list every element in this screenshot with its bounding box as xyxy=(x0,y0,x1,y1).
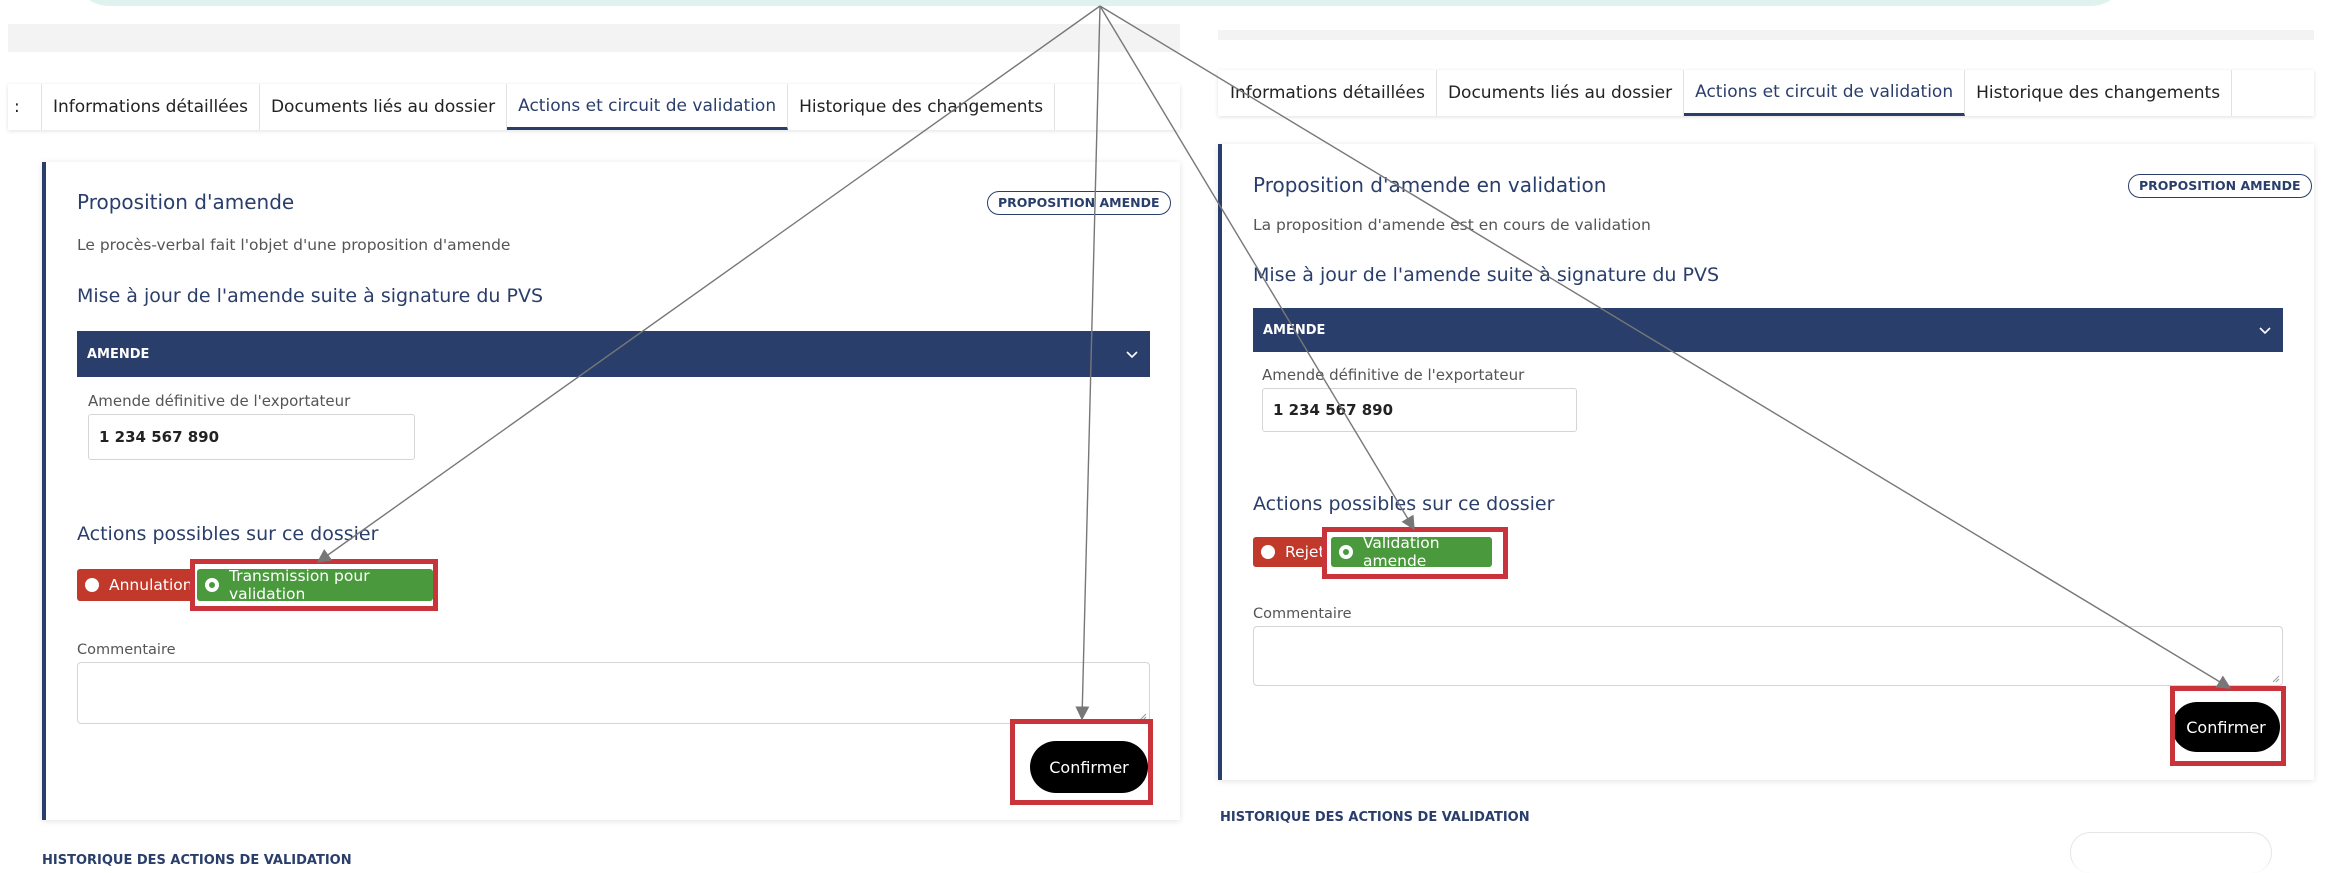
chevron-down-icon xyxy=(2259,327,2271,335)
left-status-badge: PROPOSITION AMENDE xyxy=(987,191,1171,215)
tab-informations[interactable]: Informations détaillées xyxy=(1218,70,1437,116)
right-comment-textarea[interactable] xyxy=(1253,626,2283,686)
right-comment-label: Commentaire xyxy=(1253,606,1352,622)
tab-historique[interactable]: Historique des changements xyxy=(1965,70,2233,116)
right-confirm-highlight xyxy=(2170,686,2286,766)
left-amende-accordion[interactable]: AMENDE xyxy=(77,331,1150,377)
left-accordion-label: AMENDE xyxy=(87,346,150,362)
right-card-title: Proposition d'amende en validation xyxy=(1253,173,1607,197)
right-action-highlight xyxy=(1322,527,1508,579)
tab-documents[interactable]: Documents liés au dossier xyxy=(260,84,508,130)
right-actions-title: Actions possibles sur ce dossier xyxy=(1253,493,1555,515)
right-accordion-label: AMENDE xyxy=(1263,322,1326,338)
right-radio-rejet-label: Rejet xyxy=(1285,543,1325,561)
radio-icon xyxy=(85,578,99,592)
tab-informations[interactable]: Informations détaillées xyxy=(42,84,260,130)
tab-documents[interactable]: Documents liés au dossier xyxy=(1437,70,1685,116)
left-action-highlight xyxy=(190,559,438,611)
tab-actions[interactable]: Actions et circuit de validation xyxy=(1684,70,1966,116)
right-history-heading: HISTORIQUE DES ACTIONS DE VALIDATION xyxy=(1220,810,1530,825)
left-confirm-highlight xyxy=(1010,719,1153,805)
right-status-badge: PROPOSITION AMENDE xyxy=(2128,174,2312,198)
right-radio-rejet[interactable]: Rejet xyxy=(1253,537,1325,567)
left-comment-label: Commentaire xyxy=(77,642,176,658)
right-amende-input[interactable]: 1 234 567 890 xyxy=(1262,388,1577,432)
top-banner xyxy=(70,0,2130,6)
tab-historique[interactable]: Historique des changements xyxy=(788,84,1056,130)
left-radio-annulation[interactable]: Annulation xyxy=(77,569,193,601)
right-field-label: Amende définitive de l'exportateur xyxy=(1262,366,1525,384)
left-section-title: Mise à jour de l'amende suite à signatur… xyxy=(77,285,544,307)
radio-icon xyxy=(1261,545,1275,559)
right-description: La proposition d'amende est en cours de … xyxy=(1253,216,1651,234)
tab-actions[interactable]: Actions et circuit de validation xyxy=(507,84,789,130)
right-amende-accordion[interactable]: AMENDE xyxy=(1253,308,2283,352)
left-card-title: Proposition d'amende xyxy=(77,190,295,214)
left-description: Le procès-verbal fait l'objet d'une prop… xyxy=(77,236,511,254)
left-comment-textarea[interactable] xyxy=(77,662,1150,724)
right-history-pill xyxy=(2070,832,2272,873)
tab-overflow[interactable]: : xyxy=(8,84,42,130)
right-section-title: Mise à jour de l'amende suite à signatur… xyxy=(1253,264,1720,286)
left-field-label: Amende définitive de l'exportateur xyxy=(88,392,351,410)
left-tab-bar: : Informations détaillées Documents liés… xyxy=(8,84,1180,130)
chevron-down-icon xyxy=(1126,351,1138,359)
left-history-heading: HISTORIQUE DES ACTIONS DE VALIDATION xyxy=(42,853,352,868)
left-actions-title: Actions possibles sur ce dossier xyxy=(77,523,379,545)
left-radio-annulation-label: Annulation xyxy=(109,576,193,594)
resize-handle-icon[interactable] xyxy=(2270,673,2280,683)
left-header-band xyxy=(8,24,1180,52)
right-header-band xyxy=(1218,30,2314,40)
left-amende-input[interactable]: 1 234 567 890 xyxy=(88,414,415,460)
right-tab-bar: Informations détaillées Documents liés a… xyxy=(1218,70,2314,116)
